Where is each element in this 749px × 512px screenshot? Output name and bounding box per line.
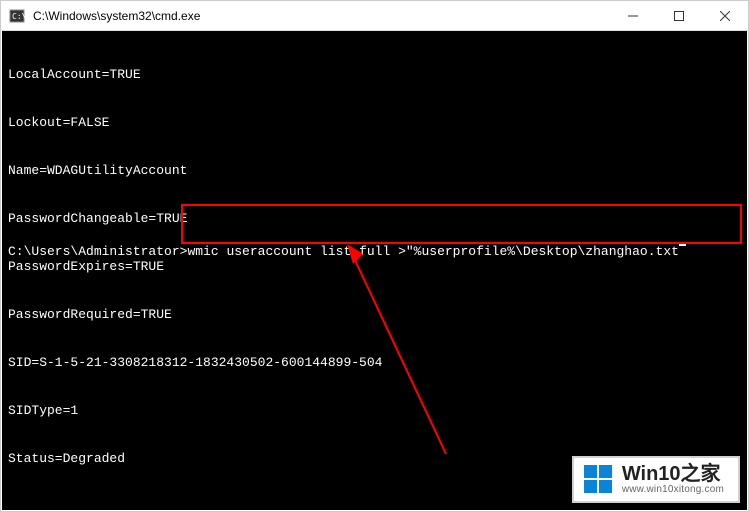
watermark: Win10之家 www.win10xitong.com xyxy=(572,456,740,504)
svg-text:C:\: C:\ xyxy=(12,12,25,21)
watermark-url: www.win10xitong.com xyxy=(622,485,724,496)
window-controls xyxy=(610,1,748,30)
output-line: PasswordRequired=TRUE xyxy=(8,307,741,323)
titlebar: C:\ C:\Windows\system32\cmd.exe xyxy=(1,1,748,31)
output-line: LocalAccount=TRUE xyxy=(8,67,741,83)
output-line: Name=WDAGUtilityAccount xyxy=(8,163,741,179)
output-line: SID=S-1-5-21-3308218312-1832430502-60014… xyxy=(8,355,741,371)
close-button[interactable] xyxy=(702,1,748,30)
prompt: C:\Users\Administrator> xyxy=(8,244,187,260)
watermark-title: Win10之家 xyxy=(622,464,724,485)
output-line: SIDType=1 xyxy=(8,403,741,419)
text-cursor xyxy=(679,244,686,246)
maximize-button[interactable] xyxy=(656,1,702,30)
output-line: PasswordChangeable=TRUE xyxy=(8,211,741,227)
window-title: C:\Windows\system32\cmd.exe xyxy=(33,9,610,23)
output-line: PasswordExpires=TRUE xyxy=(8,259,741,275)
terminal-area[interactable]: LocalAccount=TRUE Lockout=FALSE Name=WDA… xyxy=(2,31,747,510)
windows-logo-icon xyxy=(584,465,612,493)
prompt-line: C:\Users\Administrator>wmic useraccount … xyxy=(8,244,686,260)
cmd-icon: C:\ xyxy=(9,8,25,24)
command-text: wmic useraccount list full >"%userprofil… xyxy=(187,244,678,260)
minimize-button[interactable] xyxy=(610,1,656,30)
output-line: Lockout=FALSE xyxy=(8,115,741,131)
